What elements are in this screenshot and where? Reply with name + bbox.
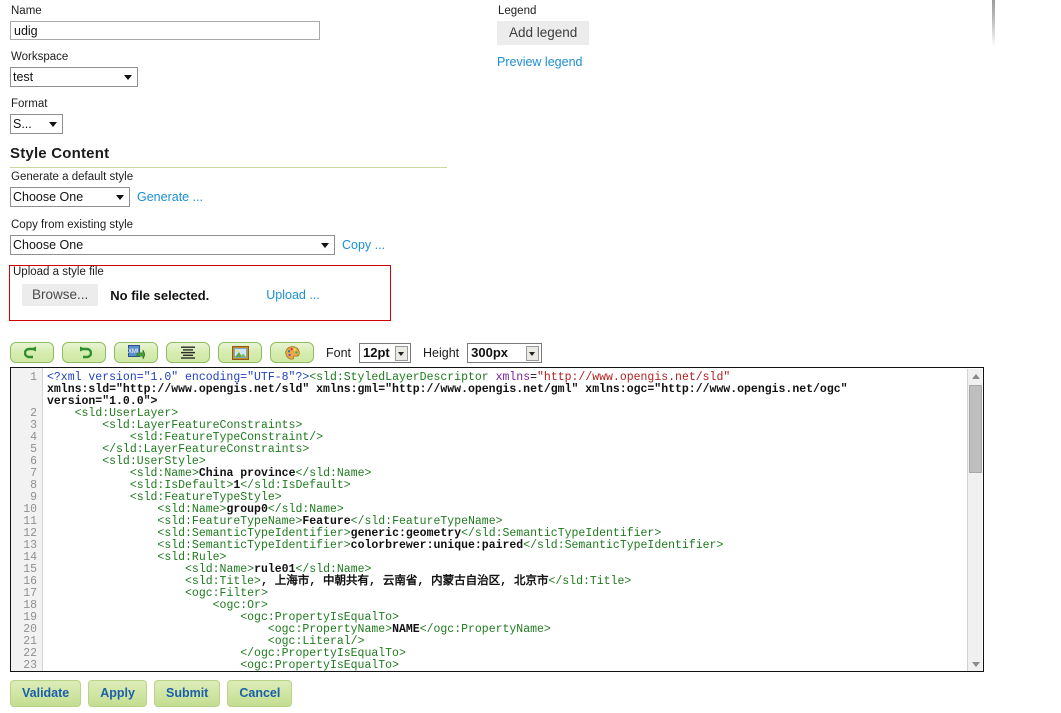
redo-button[interactable] — [62, 342, 106, 363]
line-number: 5 — [30, 443, 37, 456]
format-indent-button[interactable] — [166, 342, 210, 363]
insert-image-button[interactable] — [218, 342, 262, 363]
copy-row: Choose One Copy ... — [10, 235, 530, 255]
legend-panel: Legend Add legend Preview legend — [497, 4, 797, 69]
generate-link[interactable]: Generate ... — [137, 190, 203, 204]
line-number: 23 — [23, 659, 37, 672]
height-label: Height — [423, 345, 460, 360]
upload-controls: Browse... No file selected. Upload ... — [22, 284, 320, 306]
workspace-label: Workspace — [11, 51, 69, 63]
line-number: 8 — [30, 479, 37, 492]
line-number: 4 — [30, 431, 37, 444]
editor-toolbar: XML Font 12pt Height 300px — [10, 342, 543, 363]
workspace-select[interactable]: test — [10, 67, 138, 87]
cancel-button[interactable]: Cancel — [227, 680, 293, 707]
workspace-select-wrap[interactable]: test — [10, 67, 138, 87]
style-editor-page: Name Workspace test Format S... Legend A… — [0, 0, 1061, 713]
name-label: Name — [11, 5, 42, 17]
line-number: 2 — [30, 407, 37, 420]
line-number-gutter: 1 2 3 4 5 6 7 8 9 10 11 12 13 14 15 16 17 18 19 20 21 22 23 — [11, 368, 43, 671]
scroll-down-arrow-icon[interactable] — [968, 657, 983, 671]
name-input[interactable] — [10, 21, 320, 40]
form-actions: Validate Apply Submit Cancel — [10, 680, 293, 707]
insert-image-icon — [231, 345, 249, 360]
line-number: 6 — [30, 455, 37, 468]
scroll-up-arrow-icon[interactable] — [968, 369, 983, 384]
copy-link[interactable]: Copy ... — [342, 238, 385, 252]
sld-code-editor[interactable]: 1 2 3 4 5 6 7 8 9 10 11 12 13 14 15 16 17 18 19 20 21 22 23 <?… — [10, 367, 984, 672]
legend-label: Legend — [498, 5, 537, 17]
copy-style-select[interactable]: Choose One — [10, 235, 335, 255]
copy-select-wrap[interactable]: Choose One — [10, 235, 335, 255]
add-legend-button[interactable]: Add legend — [497, 21, 590, 45]
code-area[interactable]: <?xml version="1.0" encoding="UTF-8"?><s… — [43, 368, 983, 672]
editor-scrollbar[interactable] — [967, 369, 983, 671]
undo-icon — [24, 346, 40, 360]
preview-legend-link[interactable]: Preview legend — [497, 55, 582, 69]
format-select-wrap[interactable]: S... — [10, 114, 63, 134]
code-line: <ogc:PropertyIsEqualTo> — [240, 659, 399, 672]
generate-default-style-label: Generate a default style — [11, 171, 134, 183]
color-palette-icon — [284, 345, 300, 360]
selected-file-text: No file selected. — [110, 287, 210, 303]
code-line: version="1.0.0"> — [47, 395, 158, 408]
format-indent-icon — [180, 346, 196, 359]
undo-button[interactable] — [10, 342, 54, 363]
generate-style-select[interactable]: Choose One — [10, 187, 130, 207]
line-number: 3 — [30, 419, 37, 432]
format-label: Format — [11, 98, 48, 110]
generate-select-wrap[interactable]: Choose One — [10, 187, 130, 207]
page-title: Style Content — [10, 145, 110, 162]
font-size-select[interactable]: 12pt — [359, 342, 412, 363]
editor-height-select-wrap[interactable]: 300px — [467, 342, 543, 363]
format-select[interactable]: S... — [10, 114, 63, 134]
insert-xml-button[interactable]: XML — [114, 342, 158, 363]
font-label: Font — [326, 345, 352, 360]
generate-row: Choose One Generate ... — [10, 187, 530, 207]
style-content-controls: Generate a default style Choose One Gene… — [10, 170, 530, 255]
line-number: 1 — [30, 371, 37, 384]
upload-style-file-label: Upload a style file — [13, 266, 104, 278]
code-line: xmlns:sld="http://www.opengis.net/sld" x… — [47, 383, 848, 396]
style-metadata-form: Name Workspace test Format S... — [10, 4, 480, 134]
line-number: 7 — [30, 467, 37, 480]
upload-style-file-box: Upload a style file Browse... No file se… — [9, 265, 391, 321]
copy-existing-style-label: Copy from existing style — [11, 219, 134, 231]
scrollbar-thumb[interactable] — [969, 385, 982, 473]
validate-button[interactable]: Validate — [10, 680, 82, 707]
style-content-heading: Style Content — [10, 145, 447, 168]
redo-icon — [76, 346, 92, 360]
submit-button[interactable]: Submit — [153, 680, 221, 707]
color-palette-button[interactable] — [270, 342, 314, 363]
browse-button[interactable]: Browse... — [22, 284, 99, 306]
editor-height-select[interactable]: 300px — [467, 342, 543, 363]
upload-link[interactable]: Upload ... — [266, 288, 320, 302]
font-size-select-wrap[interactable]: 12pt — [359, 342, 412, 363]
insert-xml-icon: XML — [127, 345, 145, 360]
apply-button[interactable]: Apply — [88, 680, 147, 707]
panel-edge-shadow — [992, 0, 995, 46]
